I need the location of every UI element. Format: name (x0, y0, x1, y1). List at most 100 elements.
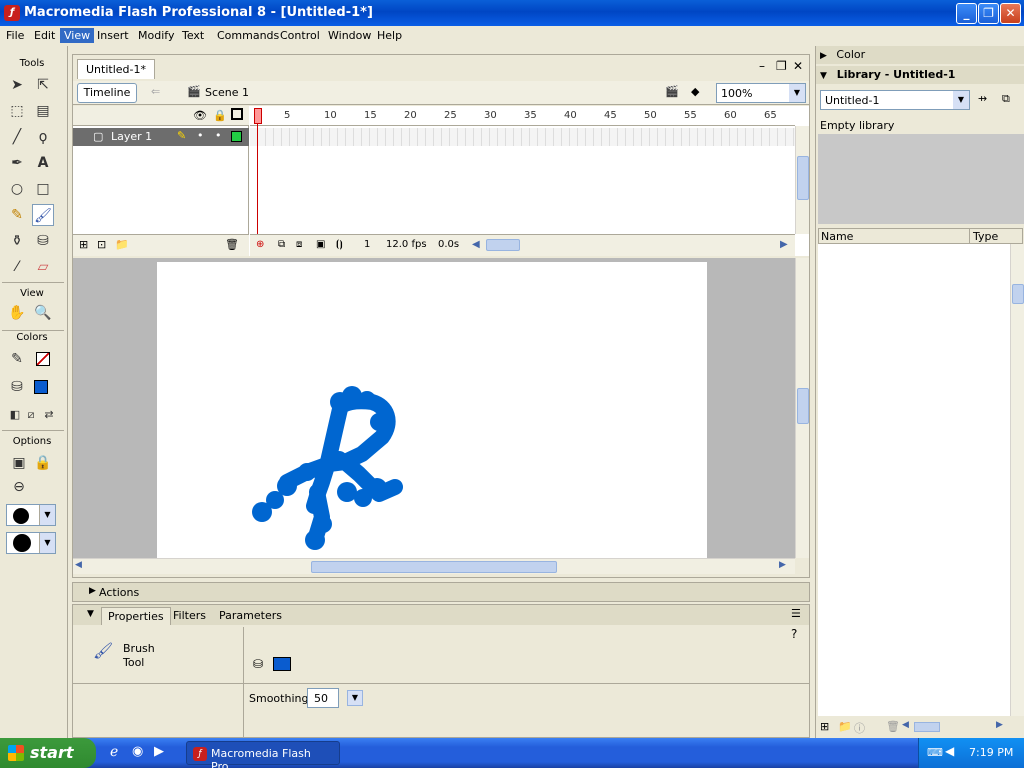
media-icon[interactable]: ◉ (132, 744, 143, 759)
lock-dot-icon[interactable]: • (215, 129, 222, 142)
tray-back-icon[interactable]: ◀ (945, 744, 954, 758)
hand-tool-icon[interactable]: ✋ (6, 302, 28, 324)
expand-arrow-icon[interactable]: ▶ (820, 51, 827, 61)
eye-icon[interactable]: 👁 (193, 109, 207, 122)
close-button[interactable]: ✕ (1000, 3, 1021, 24)
subselection-tool-icon[interactable]: ⇱ (32, 74, 54, 96)
menu-modify[interactable]: Modify (134, 28, 178, 43)
collapse-arrow-icon[interactable]: ▼ (820, 71, 827, 81)
pen-tool-icon[interactable]: ✒ (6, 152, 28, 174)
help-icon[interactable]: ? (791, 627, 797, 641)
minimize-button[interactable]: _ (956, 3, 977, 24)
trash-icon[interactable]: 🗑 (225, 238, 239, 251)
paint-bucket-tool-icon[interactable]: ⛁ (32, 230, 54, 252)
text-tool-icon[interactable]: A (32, 152, 54, 174)
insert-folder-icon[interactable]: 📁 (115, 238, 129, 251)
visible-dot-icon[interactable]: • (197, 129, 204, 142)
tab-parameters[interactable]: Parameters (213, 607, 288, 625)
smoothing-input[interactable]: 50 (307, 688, 339, 708)
free-transform-tool-icon[interactable]: ⬚ (6, 100, 28, 122)
ie-icon[interactable]: ℯ (110, 744, 118, 760)
fill-color-swatch[interactable] (34, 380, 48, 394)
insert-layer-icon[interactable]: ⊞ (79, 238, 88, 251)
properties-icon[interactable]: ⓘ (854, 720, 865, 736)
tab-filters[interactable]: Filters (167, 607, 212, 625)
scroll-right-icon[interactable]: ▶ (996, 720, 1003, 730)
pin-library-icon[interactable]: ⇸ (978, 92, 987, 105)
ink-bottle-tool-icon[interactable]: ⚱ (6, 230, 28, 252)
menu-control[interactable]: Control (276, 28, 324, 43)
lock-fill-icon[interactable]: 🔒 (32, 452, 54, 474)
scroll-right-icon[interactable]: ▶ (779, 560, 786, 570)
onion-skin-icon[interactable]: ⧉ (278, 239, 285, 250)
library-select[interactable]: Untitled-1 ▼ (820, 90, 970, 110)
fill-color-swatch[interactable] (273, 657, 291, 671)
outline-icon[interactable] (231, 108, 243, 120)
scroll-right-icon[interactable]: ▶ (780, 239, 788, 250)
library-list[interactable] (818, 244, 1013, 716)
actions-panel[interactable]: ▶ Actions (72, 582, 810, 602)
timeline-hscroll-thumb[interactable] (486, 239, 520, 251)
menu-commands[interactable]: Commands (213, 28, 283, 43)
task-flash[interactable]: ƒ Macromedia Flash Pro... (186, 741, 340, 768)
timeline-vscroll[interactable] (795, 126, 809, 234)
expand-arrow-icon[interactable]: ▶ (89, 586, 96, 596)
keyboard-icon[interactable]: ⌨ (927, 746, 943, 759)
options-menu-icon[interactable]: ☰ (791, 607, 801, 620)
brush-mode-icon[interactable]: ⊖ (8, 476, 30, 498)
delete-icon[interactable]: 🗑 (886, 720, 900, 733)
new-folder-icon[interactable]: 📁 (838, 720, 852, 733)
timeline-toggle-button[interactable]: Timeline (77, 83, 137, 103)
add-guide-icon[interactable]: ⊡ (97, 238, 106, 251)
library-panel-header[interactable]: ▼ Library - Untitled-1 (816, 66, 1024, 84)
pencil-tool-icon[interactable]: ✎ (6, 204, 28, 226)
menu-insert[interactable]: Insert (93, 28, 133, 43)
frame-row[interactable] (250, 128, 795, 146)
menu-window[interactable]: Window (324, 28, 375, 43)
lasso-tool-icon[interactable]: ϙ (32, 126, 54, 148)
brush-size-dropdown[interactable]: ▼ (6, 504, 56, 526)
menu-edit[interactable]: Edit (30, 28, 59, 43)
playhead[interactable] (254, 106, 262, 234)
stroke-color-swatch[interactable] (36, 352, 50, 366)
restore-button[interactable]: ❐ (978, 3, 999, 24)
doc-restore-icon[interactable]: ❐ (776, 59, 787, 73)
actions-label[interactable]: Actions (99, 586, 139, 599)
col-name[interactable]: Name (821, 230, 853, 243)
library-panel-label[interactable]: Library - Untitled-1 (837, 68, 956, 81)
menu-text[interactable]: Text (178, 28, 208, 43)
layer-color-icon[interactable] (231, 131, 242, 142)
collapse-arrow-icon[interactable]: ▼ (87, 609, 94, 619)
stage-vscroll[interactable] (795, 258, 809, 558)
document-tab[interactable]: Untitled-1* (77, 59, 155, 79)
menu-view[interactable]: View (60, 28, 95, 43)
swap-colors-icon[interactable]: ⇄ (38, 404, 60, 426)
scene-label[interactable]: Scene 1 (205, 86, 249, 99)
color-panel-header[interactable]: ▶ Color (816, 46, 1024, 64)
new-library-icon[interactable]: ⧉ (1002, 92, 1010, 106)
lock-icon[interactable]: 🔒 (213, 109, 227, 122)
selection-tool-icon[interactable]: ➤ (6, 74, 28, 96)
frame-rate[interactable]: 12.0 fps (386, 239, 427, 250)
eyedropper-tool-icon[interactable]: ⁄ (6, 256, 28, 278)
edit-symbols-icon[interactable]: ◆ (691, 85, 699, 98)
object-drawing-icon[interactable]: ▣ (8, 452, 30, 474)
scroll-left-icon[interactable]: ◀ (902, 720, 909, 730)
line-tool-icon[interactable]: ╱ (6, 126, 28, 148)
menu-file[interactable]: File (2, 28, 28, 43)
doc-close-icon[interactable]: ✕ (793, 59, 803, 73)
brush-tool-icon[interactable]: 🖌 (32, 204, 54, 226)
player-icon[interactable]: ▶ (154, 744, 164, 759)
stage-hscroll[interactable]: ◀ ▶ (73, 558, 795, 574)
gradient-transform-tool-icon[interactable]: ▤ (32, 100, 54, 122)
scroll-left-icon[interactable]: ◀ (472, 239, 480, 250)
new-symbol-icon[interactable]: ⊞ (820, 720, 829, 733)
menu-help[interactable]: Help (373, 28, 406, 43)
start-button[interactable]: start (0, 738, 96, 768)
onion-outline-icon[interactable]: ⧈ (296, 239, 302, 250)
zoom-tool-icon[interactable]: 🔍 (32, 302, 54, 324)
layer-row[interactable]: ▢ Layer 1 ✎ • • (73, 128, 249, 146)
oval-tool-icon[interactable]: ○ (6, 178, 28, 200)
edit-scene-icon[interactable]: 🎬 (665, 85, 679, 98)
color-panel-label[interactable]: Color (836, 48, 865, 61)
